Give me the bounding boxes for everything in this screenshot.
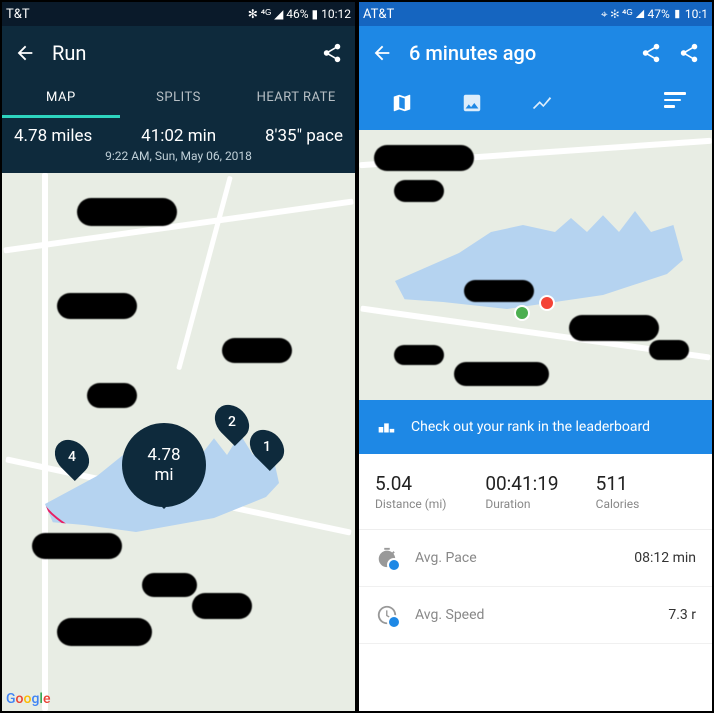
share-icon[interactable] [321,42,343,64]
left-phone: T&T ✻ ⁴ᴳ ◢ 46% ▮ 10:12 Run MAP SPLITS HE… [2,2,355,711]
metric-duration: 00:41:19 Duration [485,472,585,511]
map-icon [391,92,413,114]
back-icon[interactable] [371,42,393,64]
share-icon[interactable] [640,42,662,64]
route-shape [379,190,699,330]
leaderboard-text: Check out your rank in the leaderboard [411,419,650,435]
tab-photos[interactable] [437,80,507,130]
map-view[interactable]: 4.78 mi 1 2 4 Google [2,173,355,711]
status-bar: T&T ✻ ⁴ᴳ ◢ 46% ▮ 10:12 [2,2,355,26]
pace-icon [375,546,399,570]
stat-pace: 8'35" pace [265,126,343,146]
tab-menu[interactable] [664,80,704,130]
map-attribution: Google [6,691,50,707]
status-icons: ✻ ⁴ᴳ ◢ 46% ▮ 10:12 [248,7,351,21]
tab-heartrate[interactable]: HEART RATE [237,80,355,118]
end-marker [539,295,555,311]
metric-calories: 511 Calories [596,472,696,511]
stat-distance: 4.78 miles [14,126,92,146]
leaderboard-banner[interactable]: Check out your rank in the leaderboard [359,400,712,454]
carrier: T&T [6,7,30,22]
speed-icon [375,603,399,627]
stats-bar: 4.78 miles 41:02 min 8'35" pace 9:22 AM,… [2,118,355,173]
row-avg-pace: Avg. Pace 08:12 min [359,530,712,587]
menu-icon [664,92,686,108]
metric-distance: 5.04 Distance (mi) [375,472,475,511]
tab-chart[interactable] [507,80,577,130]
status-bar: AT&T ⌖ ✻ ⁴ᴳ ◢ 47% ▮ 10:1 [359,2,712,26]
metrics-row: 5.04 Distance (mi) 00:41:19 Duration 511… [359,454,712,530]
status-icons: ⌖ ✻ ⁴ᴳ ◢ 47% ▮ 10:1 [601,7,708,22]
page-title: Run [52,41,305,65]
stat-datetime: 9:22 AM, Sun, May 06, 2018 [14,149,343,163]
tabs [359,80,712,130]
start-marker [514,305,530,321]
distance-marker[interactable]: 4.78 mi [122,423,206,507]
header: Run MAP SPLITS HEART RATE [2,26,355,118]
map-view[interactable] [359,130,712,400]
tab-map[interactable] [367,80,437,130]
share-alt-icon[interactable] [678,42,700,64]
page-title: 6 minutes ago [409,41,624,65]
tab-map[interactable]: MAP [2,80,120,118]
tabs: MAP SPLITS HEART RATE [2,80,355,118]
chart-icon [531,92,553,114]
header: 6 minutes ago [359,26,712,130]
row-avg-speed: Avg. Speed 7.3 r [359,587,712,644]
image-icon [461,92,483,114]
right-phone: AT&T ⌖ ✻ ⁴ᴳ ◢ 47% ▮ 10:1 6 minutes ago [359,2,712,711]
tab-splits[interactable]: SPLITS [120,80,238,118]
carrier: AT&T [363,7,394,22]
podium-icon [375,416,397,438]
stat-time: 41:02 min [141,126,216,146]
back-icon[interactable] [14,42,36,64]
